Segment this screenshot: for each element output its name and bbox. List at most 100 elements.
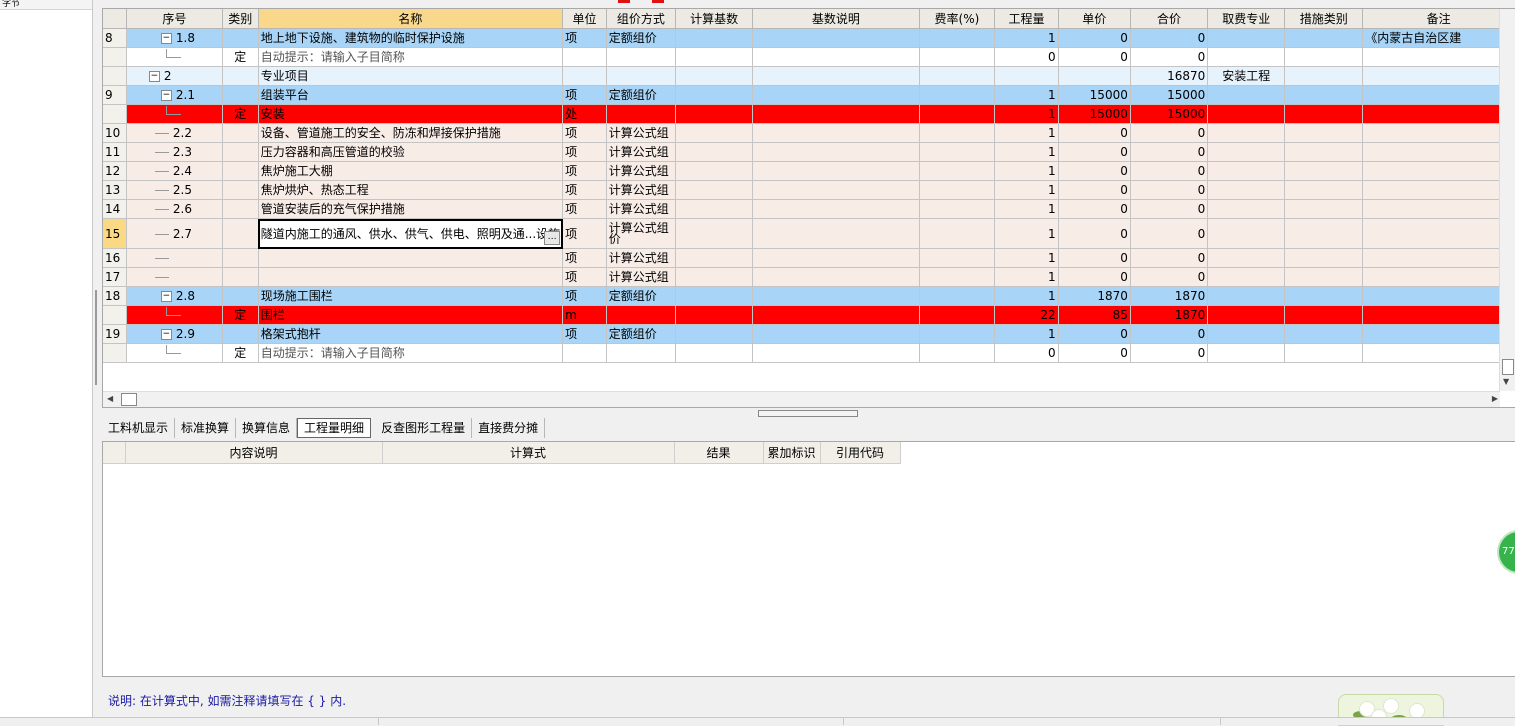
seq-cell[interactable]: −2.1	[126, 85, 223, 105]
tab-3[interactable]: 工程量明细	[297, 418, 372, 438]
seq-cell[interactable]: −2.8	[126, 286, 223, 306]
grid-row[interactable]: 17 项计算公式组 1 0 0	[103, 267, 1515, 287]
total-cell[interactable]: 1870	[1130, 305, 1209, 325]
measure-cell[interactable]	[1284, 47, 1364, 67]
total-cell[interactable]: 0	[1130, 267, 1209, 287]
remark-cell[interactable]	[1362, 286, 1515, 306]
unit-cell[interactable]: 处	[562, 104, 607, 124]
col-base-desc-header[interactable]: 基数说明	[752, 9, 920, 29]
scroll-left-icon[interactable]: ◀	[107, 394, 113, 403]
remark-cell[interactable]	[1362, 218, 1515, 249]
method-cell[interactable]	[606, 305, 677, 325]
remark-cell[interactable]	[1362, 104, 1515, 124]
unit-cell[interactable]	[562, 343, 607, 363]
row-number[interactable]: 12	[103, 161, 127, 181]
unit-cell[interactable]: 项	[562, 218, 607, 249]
name-cell[interactable]: 组装平台	[258, 85, 564, 105]
base-desc-cell[interactable]	[752, 267, 920, 287]
unit-cell[interactable]: m	[562, 305, 607, 325]
total-cell[interactable]: 0	[1130, 142, 1209, 162]
qty-cell[interactable]: 1	[994, 248, 1059, 268]
tab-4[interactable]: 反查图形工程量	[375, 418, 473, 438]
base-cell[interactable]	[675, 324, 754, 344]
col-total-header[interactable]: 合价	[1130, 9, 1209, 29]
horizontal-scrollbar[interactable]: ◀ ▶	[103, 391, 1500, 407]
type-cell[interactable]	[222, 267, 259, 287]
method-cell[interactable]: 定额组价	[606, 324, 677, 344]
base-cell[interactable]	[675, 199, 754, 219]
fee-major-cell[interactable]	[1207, 28, 1286, 48]
rate-cell[interactable]	[919, 66, 996, 86]
row-number[interactable]: 13	[103, 180, 127, 200]
remark-cell[interactable]	[1362, 142, 1515, 162]
seq-cell[interactable]	[126, 104, 223, 124]
method-cell[interactable]	[606, 343, 677, 363]
base-cell[interactable]	[675, 142, 754, 162]
base-desc-cell[interactable]	[752, 286, 920, 306]
col-base-header[interactable]: 计算基数	[675, 9, 754, 29]
qty-cell[interactable]: 1	[994, 218, 1059, 249]
unit-cell[interactable]: 项	[562, 28, 607, 48]
unit-cell[interactable]: 项	[562, 142, 607, 162]
unit-cell[interactable]: 项	[562, 85, 607, 105]
fee-major-cell[interactable]	[1207, 123, 1286, 143]
qty-cell[interactable]: 1	[994, 199, 1059, 219]
fee-major-cell[interactable]	[1207, 324, 1286, 344]
type-cell[interactable]	[222, 85, 259, 105]
measure-cell[interactable]	[1284, 286, 1364, 306]
method-cell[interactable]	[606, 66, 677, 86]
name-cell[interactable]: 格架式抱杆	[258, 324, 564, 344]
method-cell[interactable]	[606, 47, 677, 67]
name-cell[interactable]: 自动提示：请输入子目简称	[258, 47, 564, 67]
type-cell[interactable]	[222, 123, 259, 143]
vscroll-thumb[interactable]	[1502, 359, 1514, 375]
price-cell[interactable]: 0	[1058, 324, 1131, 344]
fee-major-cell[interactable]	[1207, 286, 1286, 306]
base-cell[interactable]	[675, 47, 754, 67]
seq-cell[interactable]	[126, 343, 223, 363]
rate-cell[interactable]	[919, 324, 996, 344]
remark-cell[interactable]	[1362, 199, 1515, 219]
price-cell[interactable]: 1870	[1058, 286, 1131, 306]
remark-cell[interactable]	[1362, 66, 1515, 86]
unit-cell[interactable]: 项	[562, 123, 607, 143]
col-price-header[interactable]: 单价	[1058, 9, 1131, 29]
row-number[interactable]	[103, 343, 127, 363]
grid-row[interactable]: 定自动提示：请输入子目简称 0 0 0	[103, 343, 1515, 363]
type-cell[interactable]	[222, 218, 259, 249]
base-desc-cell[interactable]	[752, 104, 920, 124]
measure-cell[interactable]	[1284, 180, 1364, 200]
rate-cell[interactable]	[919, 218, 996, 249]
price-cell[interactable]: 0	[1058, 180, 1131, 200]
qty-cell[interactable]: 1	[994, 28, 1059, 48]
remark-cell[interactable]	[1362, 123, 1515, 143]
seq-cell[interactable]: 2.5	[126, 180, 223, 200]
total-cell[interactable]: 1870	[1130, 286, 1209, 306]
total-cell[interactable]: 15000	[1130, 104, 1209, 124]
rate-cell[interactable]	[919, 85, 996, 105]
method-cell[interactable]	[606, 104, 677, 124]
name-cell[interactable]: 焦炉烘炉、热态工程	[258, 180, 564, 200]
measure-cell[interactable]	[1284, 85, 1364, 105]
qty-cell[interactable]: 1	[994, 104, 1059, 124]
fee-major-cell[interactable]	[1207, 267, 1286, 287]
method-cell[interactable]: 计算公式组	[606, 180, 677, 200]
base-cell[interactable]	[675, 28, 754, 48]
unit-cell[interactable]: 项	[562, 180, 607, 200]
name-cell[interactable]: 自动提示：请输入子目简称	[258, 343, 564, 363]
measure-cell[interactable]	[1284, 142, 1364, 162]
grid-row[interactable]: 定自动提示：请输入子目简称 0 0 0	[103, 47, 1515, 67]
total-cell[interactable]: 0	[1130, 47, 1209, 67]
row-number[interactable]: 11	[103, 142, 127, 162]
scroll-right-icon[interactable]: ▶	[1492, 394, 1498, 403]
row-number[interactable]: 19	[103, 324, 127, 344]
measure-cell[interactable]	[1284, 324, 1364, 344]
remark-cell[interactable]	[1362, 47, 1515, 67]
unit-cell[interactable]: 项	[562, 324, 607, 344]
seq-cell[interactable]	[126, 305, 223, 325]
unit-cell[interactable]: 项	[562, 267, 607, 287]
total-cell[interactable]: 0	[1130, 324, 1209, 344]
price-cell[interactable]: 0	[1058, 28, 1131, 48]
row-number[interactable]: 18	[103, 286, 127, 306]
method-cell[interactable]: 计算公式组价	[606, 218, 677, 249]
